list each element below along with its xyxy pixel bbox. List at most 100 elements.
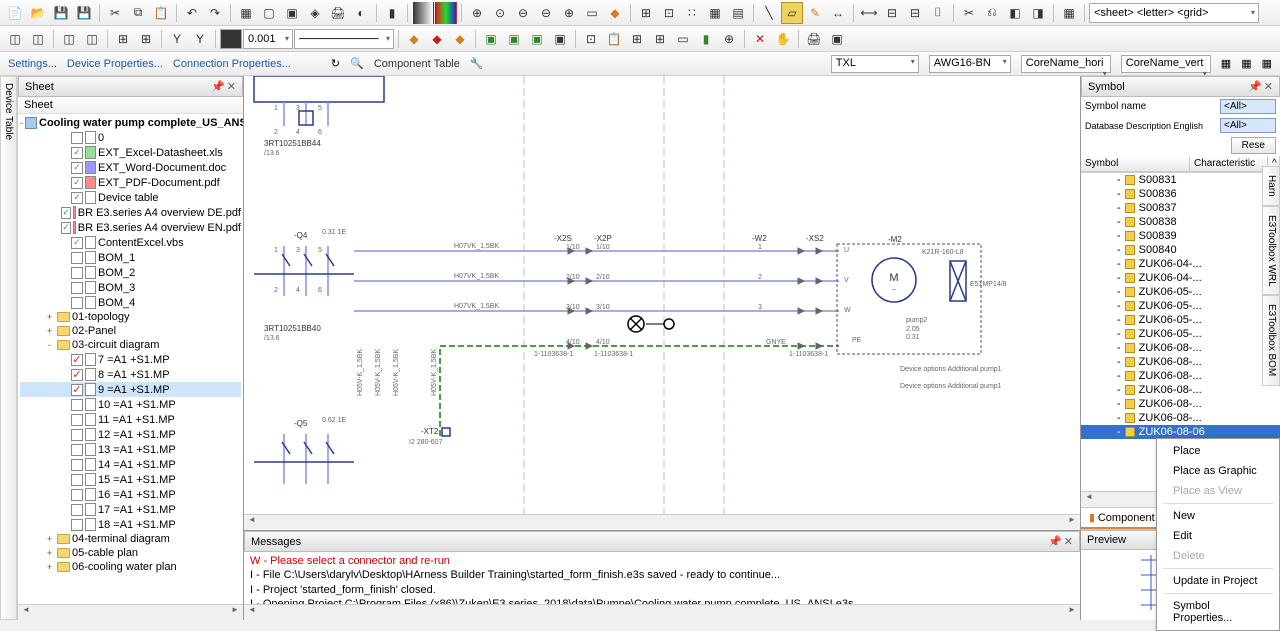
symname-input[interactable] <box>1220 99 1276 114</box>
tree-item[interactable]: 13 =A1 +S1.MP <box>20 442 241 457</box>
messages-body[interactable]: W - Please select a connector and re-run… <box>244 552 1080 604</box>
y2-icon[interactable]: Y <box>189 28 211 50</box>
msg-hscroll[interactable] <box>244 604 1080 620</box>
ctx-place[interactable]: Place <box>1159 441 1277 461</box>
arr2-icon[interactable]: ⊟ <box>881 2 903 24</box>
y1-icon[interactable]: Y <box>166 28 188 50</box>
symbol-row[interactable]: -S00840 <box>1081 243 1280 257</box>
g2-icon[interactable]: ◫ <box>27 28 49 50</box>
copy-icon[interactable]: ⧉ <box>127 2 149 24</box>
btn-a[interactable]: ▦ <box>235 2 257 24</box>
tree-item[interactable]: BOM_3 <box>20 280 241 295</box>
tree-item[interactable]: BOM_4 <box>20 295 241 310</box>
tree-item[interactable]: 17 =A1 +S1.MP <box>20 502 241 517</box>
save-icon[interactable]: 💾 <box>50 2 72 24</box>
panel1-icon[interactable] <box>412 2 434 24</box>
gr4-icon[interactable]: ▣ <box>549 28 571 50</box>
msg-close-icon[interactable]: ✕ <box>1064 535 1073 548</box>
tree-item[interactable]: 15 =A1 +S1.MP <box>20 472 241 487</box>
arr4-icon[interactable]: ⌷ <box>927 2 949 24</box>
sheet-insert-combo[interactable]: <sheet> <letter> <grid> <box>1089 3 1259 23</box>
msg-pin-icon[interactable]: 📌 <box>1048 535 1062 548</box>
tab-harn[interactable]: Harn <box>1262 166 1280 206</box>
tree-item[interactable]: 10 =A1 +S1.MP <box>20 397 241 412</box>
paste-icon[interactable]: 📋 <box>150 2 172 24</box>
sc1-icon[interactable]: ✂ <box>958 2 980 24</box>
gr1-icon[interactable]: ▣ <box>480 28 502 50</box>
open-icon[interactable]: 📂 <box>27 2 49 24</box>
o3-icon[interactable]: ◆ <box>449 28 471 50</box>
tree-item[interactable]: -03-circuit diagram <box>20 338 241 352</box>
devprops-link[interactable]: Device Properties... <box>67 58 163 70</box>
tree-item[interactable]: ✓ContentExcel.vbs <box>20 235 241 250</box>
dim-icon[interactable]: ↔ <box>827 2 849 24</box>
t5-icon[interactable]: ▭ <box>672 28 694 50</box>
tree-item[interactable]: ✓8 =A1 +S1.MP <box>20 367 241 382</box>
zoom-combo[interactable]: 0.001 <box>243 29 293 49</box>
arr1-icon[interactable]: ⟷ <box>858 2 880 24</box>
ctx-update[interactable]: Update in Project <box>1159 571 1277 591</box>
tree-item[interactable]: ✓EXT_Word-Document.doc <box>20 160 241 175</box>
tree-item[interactable]: BOM_1 <box>20 250 241 265</box>
btn-d[interactable]: ◈ <box>304 2 326 24</box>
refresh-icon[interactable]: ↻ <box>331 57 340 70</box>
tree-item[interactable]: BOM_2 <box>20 265 241 280</box>
close-panel-icon[interactable]: ✕ <box>227 80 236 93</box>
btn-c[interactable]: ▣ <box>281 2 303 24</box>
tab-component[interactable]: ▮ Component <box>1081 508 1164 529</box>
ctx-edit[interactable]: Edit <box>1159 526 1277 546</box>
minus-icon[interactable]: ⊖ <box>535 2 557 24</box>
extra1-icon[interactable]: ▦ <box>1221 57 1231 70</box>
grid3-icon[interactable]: ▦ <box>704 2 726 24</box>
sheet-tree[interactable]: -Cooling water pump complete_US_ANSI0✓EX… <box>18 114 243 604</box>
wrench-icon[interactable]: 🔧 <box>470 57 484 70</box>
t1-icon[interactable]: ⊡ <box>580 28 602 50</box>
t4-icon[interactable]: ⊞ <box>649 28 671 50</box>
tree-item[interactable]: ✓BR E3.series A4 overview DE.pdf <box>20 205 241 220</box>
sheet-icon[interactable]: ▮ <box>381 2 403 24</box>
tree-item[interactable]: 12 =A1 +S1.MP <box>20 427 241 442</box>
grid-icon[interactable]: ⊞ <box>635 2 657 24</box>
ctx-props[interactable]: Symbol Properties... <box>1159 596 1277 628</box>
line-icon[interactable]: ╲ <box>758 2 780 24</box>
gr3-icon[interactable]: ▣ <box>526 28 548 50</box>
symbol-row[interactable]: -ZUK06-08-... <box>1081 397 1280 411</box>
symbol-row[interactable]: -ZUK06-08-... <box>1081 411 1280 425</box>
tree-item[interactable]: 11 =A1 +S1.MP <box>20 412 241 427</box>
tree-item[interactable]: ✓EXT_PDF-Document.pdf <box>20 175 241 190</box>
symbol-row[interactable]: -S00831 <box>1081 173 1280 187</box>
symbol-row[interactable]: -S00837 <box>1081 201 1280 215</box>
undo-icon[interactable]: ↶ <box>181 2 203 24</box>
symbol-row[interactable]: -S00838 <box>1081 215 1280 229</box>
close-icon[interactable]: ✕ <box>749 28 771 50</box>
sym-close-icon[interactable]: ✕ <box>1264 80 1273 93</box>
p2-icon[interactable]: ▣ <box>826 28 848 50</box>
symbol-row[interactable]: -ZUK06-05-... <box>1081 313 1280 327</box>
canvas-hscroll[interactable] <box>244 514 1080 530</box>
symbol-row[interactable]: -ZUK06-08-06 <box>1081 425 1280 439</box>
symbol-row[interactable]: -ZUK06-04-... <box>1081 257 1280 271</box>
new-icon[interactable]: 📄 <box>4 2 26 24</box>
redo-icon[interactable]: ↷ <box>204 2 226 24</box>
g1-icon[interactable]: ◫ <box>4 28 26 50</box>
g5-icon[interactable]: ⊞ <box>112 28 134 50</box>
plus-icon[interactable]: ⊕ <box>558 2 580 24</box>
grid4-icon[interactable]: ▤ <box>727 2 749 24</box>
sc4-icon[interactable]: ◨ <box>1027 2 1049 24</box>
pen-icon[interactable]: ✎ <box>804 2 826 24</box>
t2-icon[interactable]: 📋 <box>603 28 625 50</box>
coreh-combo[interactable]: CoreName_hori <box>1021 55 1111 73</box>
symbol-row[interactable]: -S00836 <box>1081 187 1280 201</box>
ctx-place-graphic[interactable]: Place as Graphic <box>1159 461 1277 481</box>
reset-button[interactable]: Rese <box>1231 137 1276 154</box>
p1-icon[interactable]: 🖨 <box>803 28 825 50</box>
pin-icon[interactable]: 📌 <box>211 80 225 93</box>
tree-root[interactable]: -Cooling water pump complete_US_ANSI <box>20 116 241 130</box>
sc2-icon[interactable]: ⎌ <box>981 2 1003 24</box>
tree-item[interactable]: 18 =A1 +S1.MP <box>20 517 241 532</box>
cut-icon[interactable]: ✂ <box>104 2 126 24</box>
symbol-row[interactable]: -ZUK06-04-... <box>1081 271 1280 285</box>
tab-device-table[interactable]: Device Table <box>0 76 17 620</box>
symbol-row[interactable]: -ZUK06-05-... <box>1081 285 1280 299</box>
tree-item[interactable]: +01-topology <box>20 310 241 324</box>
